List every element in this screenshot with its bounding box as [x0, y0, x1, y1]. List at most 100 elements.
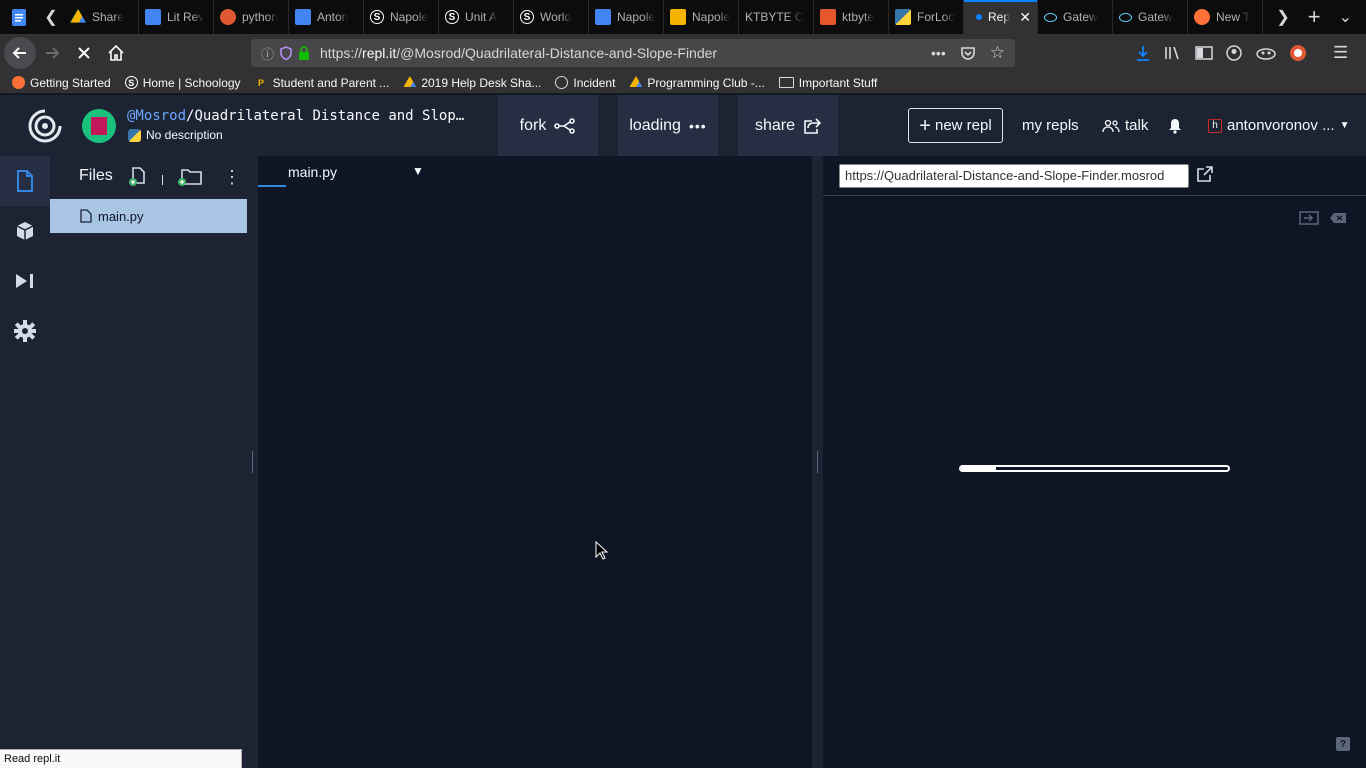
add-file-icon[interactable]	[128, 167, 148, 187]
editor-tab-main-py[interactable]: main.py	[258, 156, 403, 188]
fork-label: fork	[519, 116, 547, 134]
sidebar-icon[interactable]	[1195, 45, 1213, 61]
browser-tab[interactable]: KTBYTE C	[739, 0, 814, 34]
files-tab[interactable]	[0, 156, 50, 206]
chevron-right-icon: ❯	[1276, 9, 1290, 26]
browser-tab[interactable]: S Unit A	[439, 0, 514, 34]
star-icon[interactable]: ☆	[990, 43, 1005, 63]
bookmark-item[interactable]: 2019 Help Desk Sha...	[403, 76, 541, 90]
browser-tab[interactable]: Share	[64, 0, 139, 34]
arrow-right-icon	[46, 47, 60, 59]
add-folder-icon[interactable]	[177, 167, 203, 187]
browser-tab[interactable]: Napole	[664, 0, 739, 34]
url-bar[interactable]: ⓘ https://repl.it/@Mosrod/Quadrilateral-…	[251, 39, 1015, 67]
duckduckgo-icon	[220, 9, 236, 25]
bookmark-item[interactable]: P Student and Parent ...	[255, 76, 389, 90]
loading-progress-fill	[961, 467, 996, 470]
tab-scroll-left-button[interactable]: ❮	[38, 0, 64, 34]
repl-avatar[interactable]	[82, 109, 116, 143]
settings-tab[interactable]	[0, 306, 50, 356]
fork-icon	[554, 117, 576, 134]
repl-description[interactable]: No description	[128, 128, 223, 142]
download-icon[interactable]	[1135, 45, 1151, 61]
repl-owner-link[interactable]: @Mosrod	[127, 108, 186, 124]
extension-icon[interactable]	[1255, 45, 1277, 61]
new-repl-button[interactable]: + new repl	[908, 108, 1003, 143]
bookmark-item[interactable]: Important Stuff	[778, 76, 877, 90]
browser-tab[interactable]: ktbyte	[814, 0, 889, 34]
console-toggle-icon[interactable]	[1299, 210, 1319, 226]
schoology-icon: S	[445, 10, 459, 24]
browser-tab[interactable]: S World	[514, 0, 589, 34]
duckduckgo-icon[interactable]	[1289, 44, 1307, 62]
file-item-main-py[interactable]: main.py	[50, 199, 247, 233]
browser-tab[interactable]: S Napole	[364, 0, 439, 34]
browser-tab[interactable]: ForLoo	[889, 0, 964, 34]
shield-icon[interactable]	[280, 46, 292, 60]
help-button[interactable]: ?	[1336, 737, 1350, 751]
library-icon[interactable]	[1163, 45, 1183, 61]
repl-title[interactable]: @Mosrod/Quadrilateral Distance and Slop…	[127, 108, 464, 124]
talk-link[interactable]: talk	[1102, 95, 1148, 156]
editor-output-splitter[interactable]	[812, 156, 823, 768]
editor-tab-dropdown[interactable]: ▼	[412, 164, 424, 178]
external-link-icon[interactable]	[1195, 164, 1215, 184]
files-editor-splitter[interactable]	[247, 156, 258, 768]
lock-icon[interactable]	[298, 46, 310, 60]
run-button[interactable]: loading •••	[618, 95, 718, 156]
user-menu[interactable]: h antonvoronov ... ▼	[1208, 95, 1349, 156]
google-docs-pinned-tab[interactable]	[0, 0, 38, 34]
replit-logo-icon[interactable]	[28, 109, 62, 143]
tab-list-button[interactable]: ⌄	[1339, 7, 1352, 27]
web-preview-url[interactable]: https://Quadrilateral-Distance-and-Slope…	[839, 164, 1189, 188]
home-button[interactable]	[100, 37, 132, 69]
bookmark-item[interactable]: S Home | Schoology	[124, 76, 241, 90]
packages-tab[interactable]	[0, 206, 50, 256]
notifications-button[interactable]	[1168, 95, 1182, 156]
firefox-icon	[1194, 9, 1210, 25]
account-icon[interactable]	[1225, 44, 1243, 62]
page-actions-button[interactable]: •••	[931, 45, 946, 61]
user-avatar: h	[1208, 118, 1222, 133]
clear-console-icon[interactable]	[1329, 212, 1347, 224]
bookmark-item[interactable]: Programming Club -...	[629, 76, 765, 90]
more-vertical-icon[interactable]: ⋮	[223, 168, 241, 186]
browser-tab[interactable]: Napole	[589, 0, 664, 34]
pocket-icon[interactable]	[960, 45, 976, 61]
info-icon[interactable]: ⓘ	[261, 44, 274, 63]
tab-scroll-right-button[interactable]: ❯	[1276, 7, 1289, 27]
browser-tab[interactable]: Rep ✕	[964, 0, 1038, 34]
share-button[interactable]: share	[738, 95, 838, 156]
browser-nav-bar: ⓘ https://repl.it/@Mosrod/Quadrilateral-…	[0, 34, 1366, 72]
bell-icon	[1169, 118, 1181, 134]
browser-tab[interactable]: New T	[1188, 0, 1263, 34]
bookmark-item[interactable]: Incident	[555, 76, 615, 90]
browser-tab[interactable]: Gatew	[1038, 0, 1113, 34]
my-repls-link[interactable]: my repls	[1022, 95, 1079, 156]
close-tab-icon[interactable]: ✕	[1019, 9, 1031, 26]
fork-button[interactable]: fork	[498, 95, 598, 156]
files-panel: Files ⋮ main.py	[50, 156, 247, 768]
browser-tab[interactable]: Gatew	[1113, 0, 1188, 34]
browser-tab[interactable]: python	[214, 0, 289, 34]
gear-icon	[14, 320, 36, 342]
repl-name[interactable]: Quadrilateral Distance and Slop…	[194, 108, 464, 124]
bookmarks-toolbar: Getting Started S Home | Schoology P Student…	[0, 72, 1366, 94]
browser-tab[interactable]: Anton	[289, 0, 364, 34]
schoology-icon: S	[520, 10, 534, 24]
splitter-grip	[252, 451, 253, 473]
status-text: Read repl.it	[4, 753, 61, 765]
plus-icon: +	[919, 114, 931, 137]
new-tab-button[interactable]: +	[1308, 4, 1321, 30]
back-button[interactable]	[4, 37, 36, 69]
code-editor[interactable]: main.py ▼	[258, 156, 812, 768]
debugger-tab[interactable]	[0, 256, 50, 306]
menu-icon[interactable]: ☰	[1333, 43, 1348, 63]
share-icon	[804, 117, 822, 134]
ktbyte-icon	[820, 9, 836, 25]
forward-button[interactable]	[36, 37, 68, 69]
loading-dot-icon	[976, 14, 982, 20]
stop-button[interactable]	[68, 37, 100, 69]
bookmark-item[interactable]: Getting Started	[12, 76, 111, 90]
browser-tab[interactable]: Lit Rev	[139, 0, 214, 34]
